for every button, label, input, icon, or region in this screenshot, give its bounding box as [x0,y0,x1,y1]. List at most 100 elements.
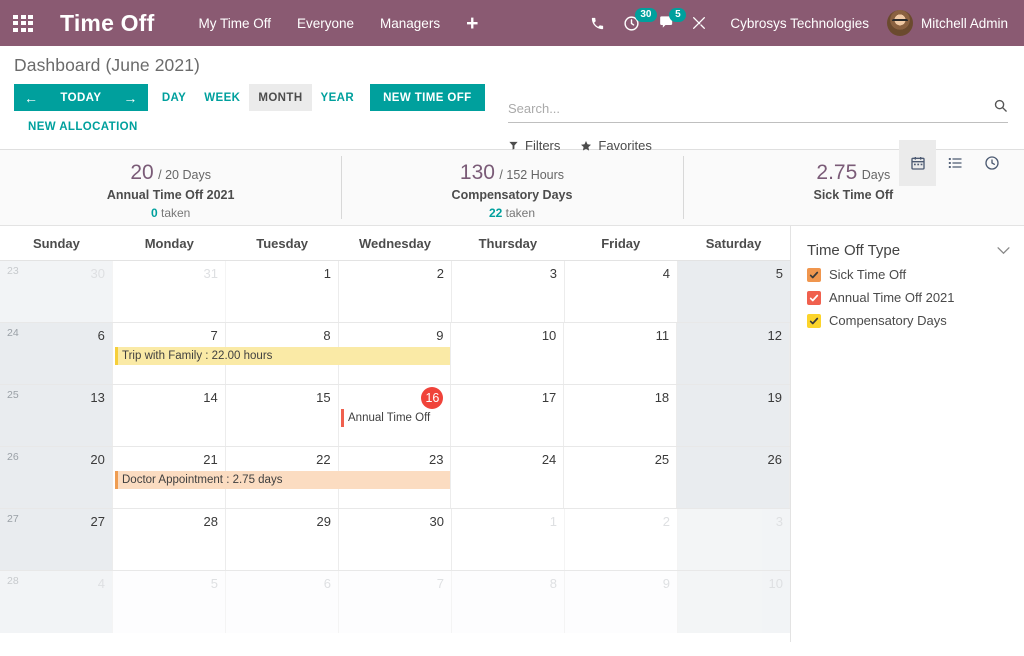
apps-grid-icon[interactable] [0,0,46,46]
stat-card-annual[interactable]: 20 / 20 Days Annual Time Off 2021 0 take… [0,150,341,225]
stat-taken: 0 taken [0,206,341,220]
calendar-day-cell[interactable]: 26 [677,447,791,508]
calendar-day-cell[interactable]: 1 [452,509,565,570]
calendar-day-cell[interactable]: 15 [225,385,339,446]
calendar-week-row: 25 13 14 15 16 17 18 19 Annual Time Off [0,385,791,447]
calendar-day-cell[interactable]: 24 6 [0,323,113,384]
page-title: Dashboard (June 2021) [14,55,200,75]
menu-item-my-time-off[interactable]: My Time Off [198,16,271,31]
filter-label: Compensatory Days [829,313,947,328]
calendar-day-cell[interactable]: 25 [564,447,678,508]
calendar-day-cell[interactable]: 17 [451,385,565,446]
stat-card-sick[interactable]: 2.75 Days Sick Time Off [682,150,1024,225]
add-menu-button[interactable]: + [466,13,478,34]
stat-card-compensatory[interactable]: 130 / 152 Hours Compensatory Days 22 tak… [341,150,682,225]
calendar-day-cell[interactable]: 3 [678,509,790,570]
day-header-wednesday: Wednesday [359,235,432,251]
day-number: 28 [203,514,218,529]
next-period-button[interactable]: → [113,84,148,111]
user-menu[interactable]: Mitchell Admin [879,10,1016,36]
menu-item-managers[interactable]: Managers [380,16,440,31]
calendar-and-sidebar: Sunday Monday Tuesday Wednesday Thursday… [0,226,1024,642]
calendar-day-cell[interactable]: 3 [452,261,565,322]
calendar-day-cell[interactable]: 28 4 [0,571,113,633]
calendar-event[interactable]: Annual Time Off [341,409,450,427]
today-button[interactable]: TODAY [48,84,114,111]
day-number: 12 [767,328,783,343]
calendar-day-cell[interactable]: 30 [339,509,452,570]
new-allocation-button[interactable]: NEW ALLOCATION [28,121,138,133]
stat-taken-value: 0 [150,206,158,221]
calendar-day-cell[interactable]: 7 [339,571,452,633]
calendar-day-cell[interactable]: 2 [339,261,452,322]
filter-checkbox[interactable] [807,267,821,282]
menu-item-everyone[interactable]: Everyone [297,16,354,31]
stat-value: 130 [459,161,495,184]
calendar-event[interactable]: Doctor Appointment : 2.75 days [115,471,450,489]
calendar-day-cell[interactable]: 18 [564,385,678,446]
time-off-type-filter-row[interactable]: Annual Time Off 2021 [807,290,1010,305]
calendar-day-cell[interactable]: 11 [564,323,678,384]
calendar-day-cell[interactable]: 10 [678,571,790,633]
day-number: 4 [97,576,105,591]
day-number: 13 [90,390,105,405]
calendar-day-cell[interactable]: 28 [113,509,226,570]
search-input[interactable] [508,100,993,116]
calendar-day-cell[interactable]: 6 [226,571,339,633]
company-selector[interactable]: Cybrosys Technologies [730,16,869,31]
time-off-type-filter-row[interactable]: Sick Time Off [807,267,1010,282]
filter-checkbox[interactable] [807,313,821,328]
calendar-day-cell[interactable]: 31 [113,261,226,322]
day-header-tuesday: Tuesday [256,235,309,251]
calendar-day-cell[interactable]: 5 [678,261,790,322]
scale-week-button[interactable]: WEEK [195,84,249,111]
calendar-day-cell[interactable]: 26 20 [0,447,113,508]
day-number: 27 [90,514,105,529]
sidebar-title: Time Off Type [807,242,901,259]
new-time-off-button[interactable]: NEW TIME OFF [370,84,485,111]
today-marker: 16 [421,387,444,409]
stat-unit: Days [861,168,891,182]
day-number: 19 [767,390,783,405]
tools-icon[interactable] [682,0,716,46]
calendar: Sunday Monday Tuesday Wednesday Thursday… [0,226,791,642]
calendar-day-cell[interactable]: 19 [677,385,791,446]
day-number: 18 [654,390,670,405]
stat-taken-value: 22 [488,206,503,221]
scale-year-button[interactable]: YEAR [312,84,364,111]
sidebar-section-header[interactable]: Time Off Type [807,242,1010,259]
calendar-day-cell[interactable]: 8 [452,571,565,633]
calendar-day-cell[interactable]: 10 [451,323,565,384]
calendar-day-cell[interactable]: 12 [677,323,791,384]
day-header-sunday: Sunday [32,235,80,251]
calendar-day-cell[interactable]: 23 30 [0,261,113,322]
prev-period-button[interactable]: ← [14,84,49,111]
calendar-week-row: 23 30 31 1 2 3 4 5 [0,261,790,323]
search-icon[interactable] [993,98,1008,118]
stat-value: 2.75 [816,161,858,184]
chevron-down-icon[interactable] [997,243,1010,258]
calendar-day-cell[interactable]: 25 13 [0,385,113,446]
messages-icon[interactable]: 5 [648,0,687,46]
calendar-day-cell[interactable]: 27 27 [0,509,113,570]
scale-day-button[interactable]: DAY [153,84,195,111]
calendar-day-cell[interactable]: 29 [226,509,339,570]
scale-month-button[interactable]: MONTH [249,84,312,111]
time-off-type-filter-row[interactable]: Compensatory Days [807,313,1010,328]
day-number: 6 [97,328,105,343]
calendar-event[interactable]: Trip with Family : 22.00 hours [115,347,450,365]
calendar-day-cell[interactable]: 5 [113,571,226,633]
calendar-day-cell[interactable]: 1 [226,261,339,322]
stat-unit: / 152 Hours [499,168,565,182]
calendar-day-cell[interactable]: 14 [112,385,226,446]
calendar-day-cell[interactable]: 9 [565,571,678,633]
stat-value-row: 130 / 152 Hours [341,161,682,184]
calendar-day-cell[interactable]: 2 [565,509,678,570]
filter-checkbox[interactable] [807,290,821,305]
calendar-body: 23 30 31 1 2 3 4 5 24 6 7 8 9 10 11 12 Trip with Family … [0,260,791,633]
calendar-day-cell[interactable]: 24 [451,447,565,508]
activity-clock-icon[interactable]: 30 [614,0,657,46]
day-number: 17 [541,390,557,405]
calendar-day-cell[interactable]: 4 [565,261,678,322]
phone-icon[interactable] [580,0,614,46]
